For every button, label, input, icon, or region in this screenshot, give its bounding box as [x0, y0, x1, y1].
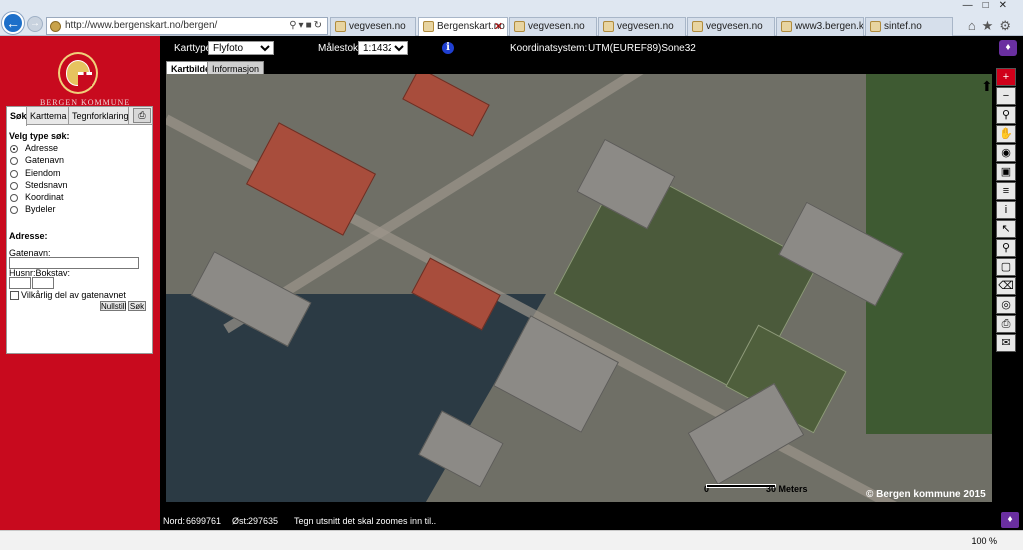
partial-street-checkbox[interactable]: [10, 291, 19, 300]
scale-end-label: 30 Meters: [766, 484, 808, 494]
partial-street-label: Vilkårlig del av gatenavnet: [21, 290, 126, 300]
tab-tegnforklaring[interactable]: Tegnforklaring: [69, 107, 129, 125]
select-search-icon[interactable]: ⚲: [996, 239, 1016, 257]
forward-button[interactable]: →: [27, 16, 43, 32]
address-url[interactable]: http://www.bergenskart.no/bergen/: [65, 20, 217, 31]
building-red-roof: [402, 74, 490, 137]
kartype-select[interactable]: Flyfoto: [208, 41, 274, 55]
address-bar[interactable]: http://www.bergenskart.no/bergen/ ⚲▾■↻: [46, 17, 328, 35]
radio-dot[interactable]: [10, 145, 18, 153]
radio-dot[interactable]: [10, 169, 18, 178]
map-copyright: © Bergen kommune 2015: [866, 489, 986, 500]
scale-select[interactable]: 1:1432: [358, 41, 408, 55]
search-panel: Søk Karttema Tegnforklaring ⎙ Velg type …: [6, 106, 153, 354]
tab-favicon-icon: [692, 21, 703, 32]
search-tabs: Søk Karttema Tegnforklaring ⎙: [7, 107, 152, 126]
back-button[interactable]: ←: [2, 12, 24, 34]
zoom-previous-icon[interactable]: ⚲: [996, 106, 1016, 124]
select-area-icon[interactable]: ▢: [996, 258, 1016, 276]
globe-icon[interactable]: ◉: [996, 144, 1016, 162]
tab-favicon-icon: [514, 21, 525, 32]
settings-corner-icon[interactable]: ♦: [999, 40, 1017, 56]
browser-tab[interactable]: vegvesen.no: [687, 17, 775, 36]
zoom-out-icon[interactable]: −: [996, 87, 1016, 105]
print-icon[interactable]: ⎙: [133, 108, 151, 123]
print-tool-icon[interactable]: ⎙: [996, 315, 1016, 333]
radio-gatenavn[interactable]: Gatenavn: [9, 155, 149, 167]
tab-favicon-icon: [870, 21, 881, 32]
map-toolbar: + − ⚲ ✋ ◉ ▣ ≡ i ↖ ⚲ ▢ ⌫ ◎ ⎙ ✉: [996, 68, 1018, 368]
coat-of-arms-icon: [66, 60, 92, 86]
zoom-in-icon[interactable]: +: [996, 68, 1016, 86]
nord-value: 6699761: [186, 516, 222, 526]
tab-sok[interactable]: Søk: [7, 107, 27, 126]
browser-toolbar-icons[interactable]: ⌂★⚙: [968, 18, 1017, 34]
aerial-map[interactable]: ⬆ 0 30 Meters © Bergen kommune 2015: [166, 74, 992, 502]
full-extent-icon[interactable]: ▣: [996, 163, 1016, 181]
house-number-input[interactable]: [9, 277, 31, 289]
north-arrow-icon: ⬆: [981, 78, 992, 94]
binoculars-icon[interactable]: ◎: [996, 296, 1016, 314]
map-header: Karttype: Flyfoto i Målestokk: 1:1432 Ko…: [160, 36, 1023, 60]
coord-system-label: Koordinatsystem:: [510, 43, 588, 54]
close-tab-icon[interactable]: ✕: [494, 20, 503, 33]
tab-favicon-icon: [423, 21, 434, 32]
browser-tab[interactable]: vegvesen.no: [509, 17, 597, 36]
radio-dot[interactable]: [10, 206, 18, 215]
radio-dot[interactable]: [10, 194, 18, 203]
eraser-icon[interactable]: ⌫: [996, 277, 1016, 295]
tab-favicon-icon: [603, 21, 614, 32]
browser-tab[interactable]: www3.bergen.kom...: [776, 17, 864, 36]
ost-label: Øst:: [232, 516, 249, 526]
email-icon[interactable]: ✉: [996, 334, 1016, 352]
left-panel: BERGEN KOMMUNE Søk Karttema Tegnforklari…: [0, 36, 160, 550]
radio-koordinat[interactable]: Koordinat: [9, 192, 149, 204]
status-message: Tegn utsnitt det skal zoomes inn til..: [294, 516, 437, 526]
search-button[interactable]: Søk: [128, 301, 146, 311]
info-icon[interactable]: i: [442, 42, 454, 54]
radio-dot[interactable]: [10, 181, 18, 190]
browser-tab[interactable]: vegvesen.no: [598, 17, 686, 36]
radio-bydeler[interactable]: Bydeler: [9, 204, 149, 216]
browser-zoom-level[interactable]: 100 %: [971, 536, 997, 546]
letter-input[interactable]: [32, 277, 54, 289]
reset-button[interactable]: Nullstill: [100, 301, 126, 311]
search-type-heading: Velg type søk:: [9, 131, 70, 141]
browser-tab[interactable]: sintef.no: [865, 17, 953, 36]
radio-dot[interactable]: [10, 157, 18, 166]
nord-label: Nord:: [163, 516, 186, 526]
map-tabs: Kartbilde Informasjon: [160, 60, 1000, 75]
radio-adresse[interactable]: Adresse: [9, 143, 149, 155]
radio-stedsnavn[interactable]: Stedsnavn: [9, 180, 149, 192]
browser-statusbar: 100 %: [0, 530, 1023, 550]
tab-karttema[interactable]: Karttema: [27, 107, 69, 125]
select-arrow-icon[interactable]: ↖: [996, 220, 1016, 238]
status-bar: Nord: 6699761 Øst: 297635 Tegn utsnitt d…: [160, 510, 1023, 530]
tab-informasjon[interactable]: Informasjon: [207, 61, 265, 75]
ost-value: 297635: [248, 516, 279, 526]
browser-tab[interactable]: vegvesen.no: [330, 17, 416, 36]
address-heading: Adresse:: [9, 231, 48, 241]
site-favicon-icon: [50, 21, 61, 32]
window-controls[interactable]: —□✕: [963, 0, 1017, 11]
browser-tab-active[interactable]: Bergenskart.no ✕: [418, 17, 508, 36]
bergen-logo: [58, 52, 98, 94]
pan-hand-icon[interactable]: ✋: [996, 125, 1016, 143]
layers-icon[interactable]: ≡: [996, 182, 1016, 200]
info-tool-icon[interactable]: i: [996, 201, 1016, 219]
settings-status-icon[interactable]: ♦: [1001, 512, 1019, 528]
coord-system-value: UTM(EUREF89)Sone32: [588, 43, 696, 54]
radio-eiendom[interactable]: Eiendom: [9, 168, 149, 180]
browser-chrome: ← → http://www.bergenskart.no/bergen/ ⚲▾…: [0, 0, 1023, 36]
tab-favicon-icon: [335, 21, 346, 32]
address-tools-icon[interactable]: ⚲▾■↻: [289, 20, 324, 31]
tab-favicon-icon: [781, 21, 792, 32]
